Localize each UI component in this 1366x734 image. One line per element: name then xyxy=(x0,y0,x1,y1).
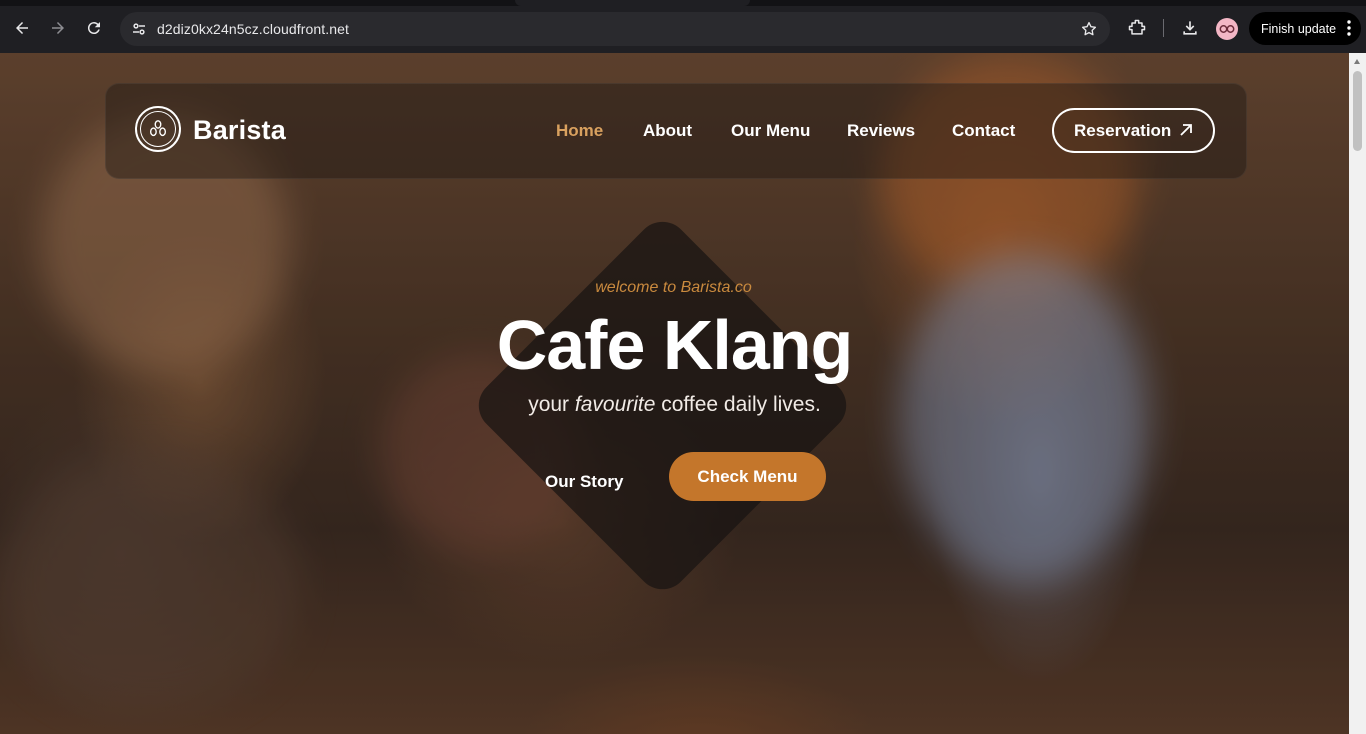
reservation-button[interactable]: Reservation xyxy=(1052,108,1215,153)
scroll-up-arrow-icon[interactable] xyxy=(1354,59,1360,64)
nav-reviews[interactable]: Reviews xyxy=(847,121,915,141)
hero-tagline: welcome to Barista.co xyxy=(0,279,1349,297)
hero-subtitle-emphasis: favourite xyxy=(574,393,656,416)
coffee-beans-icon xyxy=(149,120,167,137)
reservation-label: Reservation xyxy=(1074,120,1172,140)
scrollbar-thumb[interactable] xyxy=(1353,71,1362,151)
tab-strip xyxy=(0,0,1366,6)
profile-glasses-icon xyxy=(1219,25,1235,33)
bookmark-star-icon[interactable] xyxy=(1080,20,1098,38)
hero-title: Cafe Klang xyxy=(0,305,1349,385)
nav-contact[interactable]: Contact xyxy=(952,121,1015,141)
browser-toolbar: d2diz0kx24n5cz.cloudfront.net Finish upd… xyxy=(0,0,1366,54)
finish-update-button[interactable]: Finish update xyxy=(1249,12,1361,45)
site-settings-icon[interactable] xyxy=(130,20,148,38)
page-scrollbar[interactable] xyxy=(1349,53,1366,734)
profile-avatar[interactable] xyxy=(1216,18,1238,40)
reload-button[interactable] xyxy=(80,14,108,42)
page-viewport: Barista Home About Our Menu Reviews Cont… xyxy=(0,53,1349,734)
finish-update-label: Finish update xyxy=(1261,21,1337,36)
hero-tagline-text: welcome to Barista.co xyxy=(595,279,752,296)
coffee-bean-logo-icon[interactable] xyxy=(135,106,181,152)
hero-photo-blur xyxy=(0,453,300,713)
check-menu-label: Check Menu xyxy=(697,466,798,486)
more-menu-icon[interactable] xyxy=(1347,20,1351,36)
extensions-icon[interactable] xyxy=(1127,18,1147,38)
nav-about[interactable]: About xyxy=(643,121,692,141)
forward-button[interactable] xyxy=(44,14,72,42)
hero-subtitle-part: coffee daily lives. xyxy=(655,393,821,416)
address-bar[interactable]: d2diz0kx24n5cz.cloudfront.net xyxy=(120,12,1110,46)
check-menu-button[interactable]: Check Menu xyxy=(669,452,826,501)
hero-photo-blur xyxy=(900,253,1150,583)
our-story-link[interactable]: Our Story xyxy=(545,472,623,492)
nav-home[interactable]: Home xyxy=(556,121,603,141)
back-button[interactable] xyxy=(8,14,36,42)
arrow-up-right-icon xyxy=(1180,124,1192,136)
hero-subtitle-text: your favourite coffee daily lives. xyxy=(528,393,821,416)
hero-subtitle-part: your xyxy=(528,393,575,416)
toolbar-divider xyxy=(1163,19,1164,37)
arrow-right-icon xyxy=(52,22,64,34)
hero-title-text: Cafe Klang xyxy=(496,306,854,384)
url-text[interactable]: d2diz0kx24n5cz.cloudfront.net xyxy=(157,21,349,37)
reload-icon xyxy=(87,22,100,35)
site-header: Barista Home About Our Menu Reviews Cont… xyxy=(105,83,1247,179)
brand-name[interactable]: Barista xyxy=(193,115,286,146)
active-tab-edge[interactable] xyxy=(515,0,750,6)
download-icon[interactable] xyxy=(1180,18,1200,38)
nav-our-menu[interactable]: Our Menu xyxy=(731,121,810,141)
hero-subtitle: your favourite coffee daily lives. xyxy=(0,393,1349,417)
arrow-left-icon xyxy=(16,22,28,34)
